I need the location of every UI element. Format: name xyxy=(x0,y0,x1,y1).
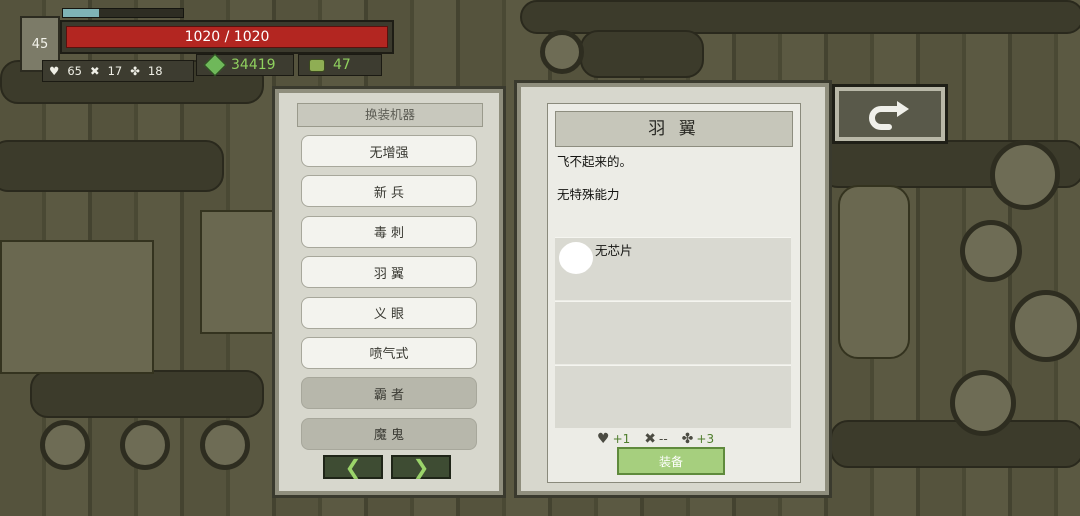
prev-page-button[interactable]: ❮ xyxy=(323,455,383,479)
stat-heart-value: 65 xyxy=(67,64,82,78)
crossed-swords-icon: ✖ xyxy=(644,431,656,447)
xp-bar xyxy=(62,8,184,18)
gem-currency: 34419 xyxy=(196,53,294,77)
machine-item[interactable]: 毒 刺 xyxy=(301,215,477,248)
machine-item[interactable]: 无增强 xyxy=(301,135,477,167)
chevron-left-icon: ❮ xyxy=(344,455,362,479)
stats-panel: ♥ 65 ✖ 17 ✤ 18 xyxy=(42,60,194,82)
clover-icon: ✤ xyxy=(130,64,140,78)
machine-item[interactable]: 义 眼 xyxy=(301,296,477,329)
crossed-swords-icon: ✖ xyxy=(89,64,100,78)
chip-count: 47 xyxy=(333,57,351,73)
empty-chip-icon xyxy=(559,242,593,274)
machine-list-panel: 换装机器 无增强 新 兵 毒 刺 羽 翼 义 眼 喷气式 霸 者 魔 鬼 ❮ ❯ xyxy=(272,86,506,498)
bonus-clover: +3 xyxy=(696,432,715,446)
clover-icon: ✤ xyxy=(681,431,694,447)
chip-slot[interactable]: 无芯片 xyxy=(555,237,791,300)
bonus-heart: +1 xyxy=(612,432,631,446)
desc-line: 无特殊能力 xyxy=(557,187,620,202)
return-arrow-icon xyxy=(869,101,909,130)
machine-detail-panel: 羽 翼 飞不起来的。 无特殊能力 无芯片 ♥ +1 ✖ -- ✤ +3 装备 xyxy=(514,80,832,498)
chip-slot[interactable] xyxy=(555,365,791,428)
stat-clover-value: 18 xyxy=(147,64,163,78)
machine-item[interactable]: 霸 者 xyxy=(301,377,477,410)
machine-item[interactable]: 喷气式 xyxy=(301,336,477,369)
back-button[interactable] xyxy=(832,84,948,144)
machine-item[interactable]: 羽 翼 xyxy=(301,256,477,289)
equip-button[interactable]: 装备 xyxy=(617,447,725,475)
machine-item[interactable]: 魔 鬼 xyxy=(301,417,477,450)
stat-x-value: 17 xyxy=(107,64,123,78)
machine-title: 羽 翼 xyxy=(555,111,793,147)
desc-line: 飞不起来的。 xyxy=(557,154,633,169)
panel-title: 换装机器 xyxy=(297,103,483,127)
stat-bonus-row: ♥ +1 ✖ -- ✤ +3 xyxy=(597,431,757,447)
gem-icon xyxy=(203,53,227,77)
hp-bar-frame: 1020 / 1020 xyxy=(60,20,394,54)
chip-slot[interactable] xyxy=(555,301,791,364)
chip-icon xyxy=(309,58,325,72)
hp-text: 1020 / 1020 xyxy=(184,29,270,45)
gem-count: 34419 xyxy=(231,57,276,73)
machine-description: 飞不起来的。 无特殊能力 xyxy=(557,153,793,203)
next-page-button[interactable]: ❯ xyxy=(391,455,451,479)
chip-slot-label: 无芯片 xyxy=(595,243,633,258)
chip-currency: 47 xyxy=(298,54,382,76)
machine-item[interactable]: 新 兵 xyxy=(301,175,477,208)
machine-list: 无增强 新 兵 毒 刺 羽 翼 义 眼 喷气式 霸 者 魔 鬼 xyxy=(301,135,477,458)
heart-icon: ♥ xyxy=(597,431,610,447)
chevron-right-icon: ❯ xyxy=(412,455,430,479)
heart-icon: ♥ xyxy=(49,64,60,78)
bonus-x: -- xyxy=(659,432,668,446)
